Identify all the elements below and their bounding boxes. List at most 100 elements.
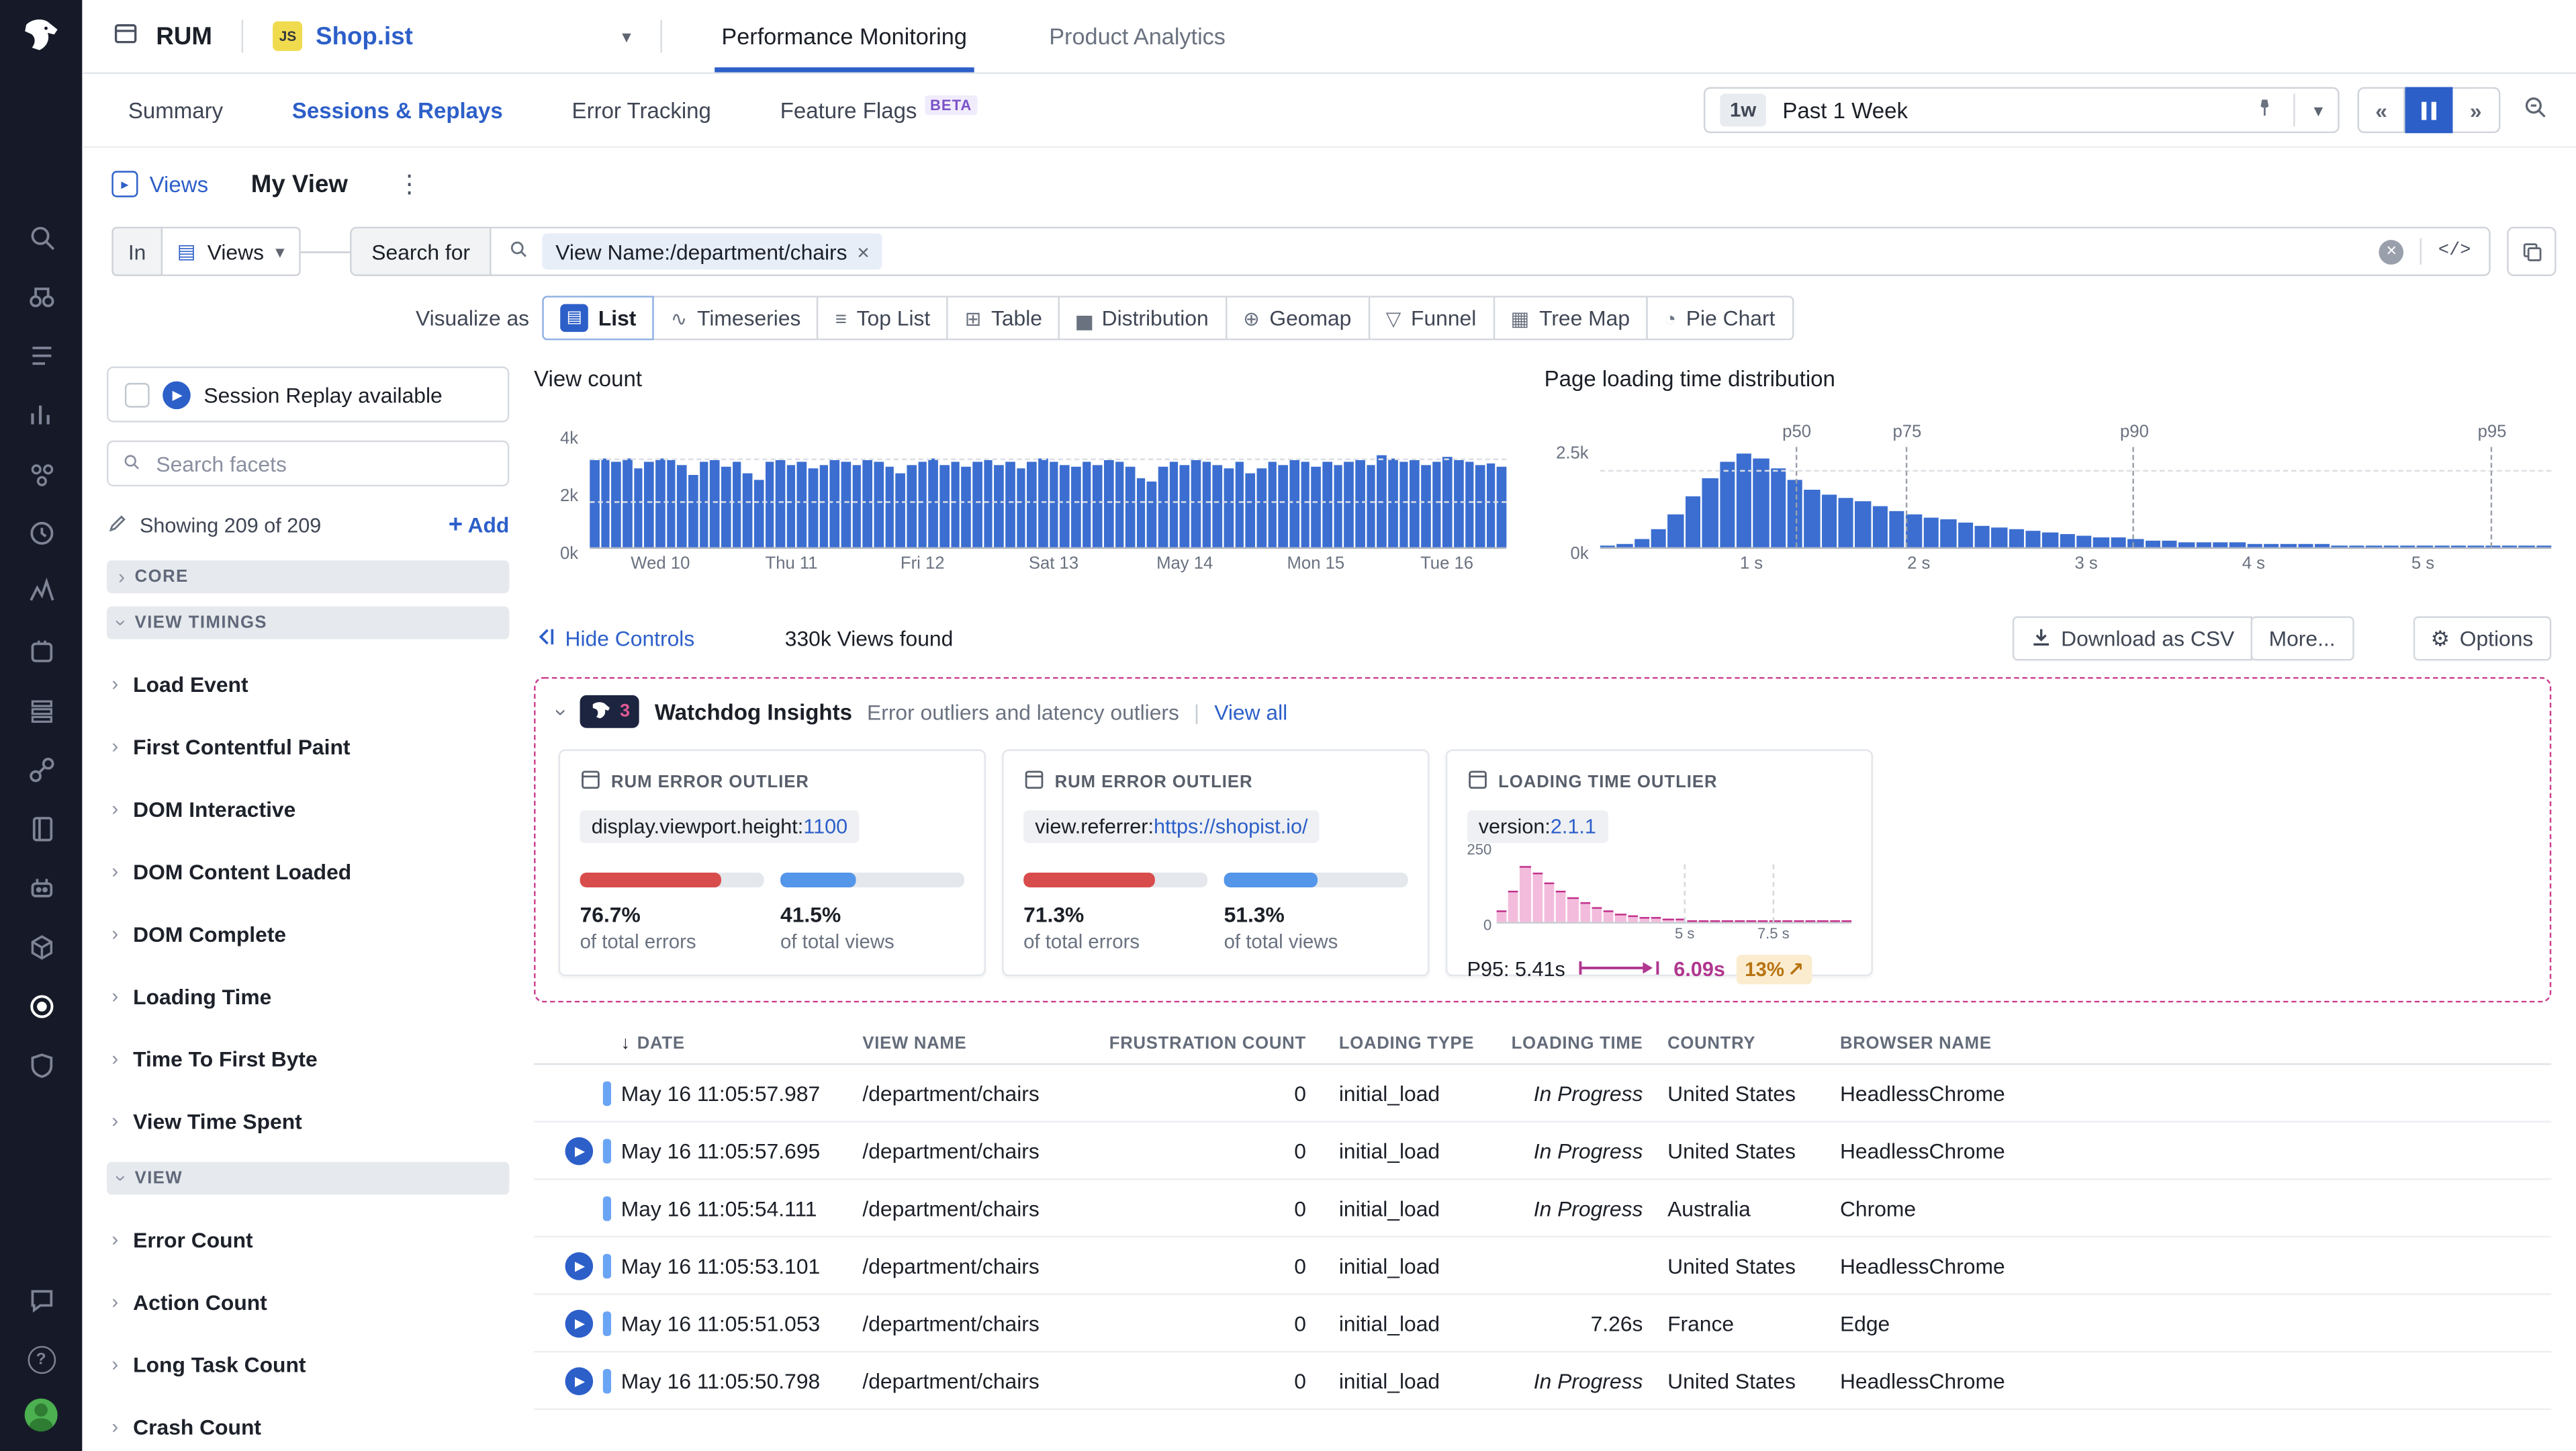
watchdog-icon[interactable]: [26, 873, 56, 904]
edit-facets-icon[interactable]: [107, 512, 128, 538]
security-icon[interactable]: [26, 1050, 56, 1081]
tab-error-tracking[interactable]: Error Tracking: [572, 98, 711, 123]
column-header-country[interactable]: COUNTRY: [1643, 1033, 1840, 1053]
facet-section-header[interactable]: ›VIEW: [107, 1162, 509, 1195]
column-header-browser-name[interactable]: BROWSER NAME: [1840, 1033, 2551, 1053]
outlier-tag[interactable]: view.referrer:https://shopist.io/: [1023, 810, 1320, 843]
apm-icon[interactable]: [26, 577, 56, 608]
insight-card-error-outlier-1[interactable]: RUM ERROR OUTLIER display.viewport.heigh…: [559, 750, 986, 977]
chat-icon[interactable]: [26, 1285, 56, 1321]
options-button[interactable]: ⚙ Options: [2413, 616, 2552, 660]
rum-nav-icon[interactable]: [26, 991, 56, 1022]
collapse-chevron-icon[interactable]: ›: [550, 708, 575, 715]
datadog-logo-icon[interactable]: [19, 16, 62, 64]
rewind-button[interactable]: «: [2358, 87, 2405, 133]
visualize-option-tree-map[interactable]: ▦Tree Map: [1493, 296, 1648, 340]
search-input[interactable]: [882, 228, 2379, 274]
filter-chip[interactable]: View Name:/department/chairs ×: [543, 233, 883, 269]
replay-play-button[interactable]: ▶: [565, 1137, 594, 1165]
tab-product-analytics[interactable]: Product Analytics: [1042, 0, 1232, 73]
zoom-out-button[interactable]: [2518, 91, 2552, 130]
outlier-tag[interactable]: display.viewport.height:1100: [580, 810, 860, 843]
serverless-icon[interactable]: [26, 932, 56, 963]
table-row[interactable]: ▶ May 16 11:05:51.053 /department/chairs…: [534, 1295, 2551, 1353]
facet-item[interactable]: ›View Time Spent: [107, 1090, 509, 1152]
pin-icon[interactable]: [2255, 97, 2276, 123]
metrics-icon[interactable]: [26, 399, 56, 430]
facet-search-input[interactable]: [153, 449, 495, 478]
time-range-picker[interactable]: 1w Past 1 Week ▾: [1704, 87, 2340, 133]
session-replay-checkbox[interactable]: [125, 382, 150, 407]
visualize-option-timeseries[interactable]: ∿Timeseries: [653, 296, 819, 340]
queues-icon[interactable]: [26, 695, 56, 726]
facet-item[interactable]: ›Crash Count: [107, 1395, 509, 1451]
facet-item[interactable]: ›DOM Interactive: [107, 777, 509, 840]
view-count-chart[interactable]: View count 4k2k0k Wed 10Thu 11Fri 12Sat …: [534, 367, 1506, 580]
replay-play-button[interactable]: ▶: [565, 1366, 594, 1395]
table-row[interactable]: ▶ May 16 11:05:50.798 /department/chairs…: [534, 1352, 2551, 1410]
tab-summary[interactable]: Summary: [128, 98, 223, 123]
pause-button[interactable]: [2405, 87, 2453, 133]
facet-section-header[interactable]: ›VIEW TIMINGS: [107, 607, 509, 640]
clear-search-icon[interactable]: ×: [2379, 239, 2404, 264]
visualize-option-list[interactable]: ▤List: [543, 296, 655, 340]
table-row[interactable]: ▶ May 16 11:05:57.987 /department/chairs…: [534, 1065, 2551, 1123]
facet-item[interactable]: ›DOM Content Loaded: [107, 840, 509, 902]
service-map-icon[interactable]: [26, 459, 56, 490]
more-button[interactable]: More...: [2251, 616, 2354, 660]
replay-play-button[interactable]: ▶: [565, 1309, 594, 1337]
fast-forward-button[interactable]: »: [2452, 87, 2500, 133]
table-row[interactable]: ▶ May 16 11:05:54.111 /department/chairs…: [534, 1180, 2551, 1238]
facet-item[interactable]: ›Time To First Byte: [107, 1027, 509, 1090]
chevron-down-icon[interactable]: ▾: [2314, 99, 2324, 121]
search-scope-select[interactable]: ▤ Views ▾: [160, 227, 301, 276]
help-icon[interactable]: ?: [27, 1346, 55, 1374]
integrations-icon[interactable]: [26, 636, 56, 667]
kebab-menu-icon[interactable]: ⋮: [391, 169, 428, 199]
events-icon[interactable]: [26, 340, 56, 371]
network-icon[interactable]: [26, 754, 56, 785]
notebooks-icon[interactable]: [26, 814, 56, 844]
outlier-tag[interactable]: version:2.1.1: [1467, 810, 1608, 843]
column-header-loading-time[interactable]: LOADING TIME: [1495, 1033, 1643, 1053]
facet-item[interactable]: ›Error Count: [107, 1208, 509, 1270]
visualize-option-funnel[interactable]: ▽Funnel: [1368, 296, 1494, 340]
search-icon[interactable]: [26, 222, 56, 253]
facet-item[interactable]: ›First Contentful Paint: [107, 715, 509, 777]
column-header-view-name[interactable]: VIEW NAME: [862, 1033, 1097, 1053]
views-breadcrumb[interactable]: ▸ Views: [111, 171, 208, 197]
insight-card-loading-time-outlier[interactable]: LOADING TIME OUTLIER version:2.1.1 2500 …: [1446, 750, 1873, 977]
session-replay-filter[interactable]: ▶ Session Replay available: [107, 367, 509, 423]
insight-card-error-outlier-2[interactable]: RUM ERROR OUTLIER view.referrer:https://…: [1002, 750, 1429, 977]
application-selector[interactable]: JS Shop.ist ▾: [273, 21, 631, 51]
view-all-link[interactable]: View all: [1214, 699, 1287, 724]
visualize-option-pie-chart[interactable]: ◔Pie Chart: [1646, 296, 1793, 340]
user-avatar[interactable]: [25, 1399, 58, 1432]
tab-feature-flags[interactable]: Feature FlagsBETA: [780, 98, 977, 123]
copy-button[interactable]: [2507, 227, 2556, 276]
host-map-icon[interactable]: [26, 281, 56, 312]
visualize-option-distribution[interactable]: ▅Distribution: [1058, 296, 1226, 340]
ci-pipelines-icon[interactable]: [26, 518, 56, 549]
column-header-frustration-count[interactable]: FRUSTRATION COUNT: [1097, 1033, 1306, 1053]
visualize-option-table[interactable]: ⊞Table: [947, 296, 1060, 340]
raw-query-icon[interactable]: </>: [2438, 242, 2471, 261]
facet-section-header[interactable]: ›CORE: [107, 560, 509, 593]
replay-play-button[interactable]: ▶: [565, 1251, 594, 1280]
facet-item[interactable]: ›Load Event: [107, 652, 509, 715]
hide-controls-button[interactable]: Hide Controls: [534, 625, 694, 652]
visualize-option-top-list[interactable]: ≡Top List: [817, 296, 948, 340]
column-header-date[interactable]: ↓DATE: [621, 1033, 863, 1053]
facet-item[interactable]: ›Loading Time: [107, 965, 509, 1027]
loading-time-distribution-chart[interactable]: Page loading time distribution 2.5k0k p5…: [1545, 367, 2552, 580]
tab-sessions-replays[interactable]: Sessions & Replays: [292, 98, 503, 123]
facet-item[interactable]: ›Long Task Count: [107, 1333, 509, 1395]
column-header-loading-type[interactable]: LOADING TYPE: [1306, 1033, 1495, 1053]
tab-performance-monitoring[interactable]: Performance Monitoring: [715, 0, 974, 73]
add-facet-button[interactable]: Add: [449, 511, 510, 539]
download-csv-button[interactable]: Download as CSV: [2012, 616, 2252, 660]
facet-item[interactable]: ›Action Count: [107, 1270, 509, 1333]
facet-item[interactable]: ›DOM Complete: [107, 902, 509, 965]
remove-filter-icon[interactable]: ×: [857, 239, 870, 264]
table-row[interactable]: ▶ May 16 11:05:57.695 /department/chairs…: [534, 1123, 2551, 1180]
